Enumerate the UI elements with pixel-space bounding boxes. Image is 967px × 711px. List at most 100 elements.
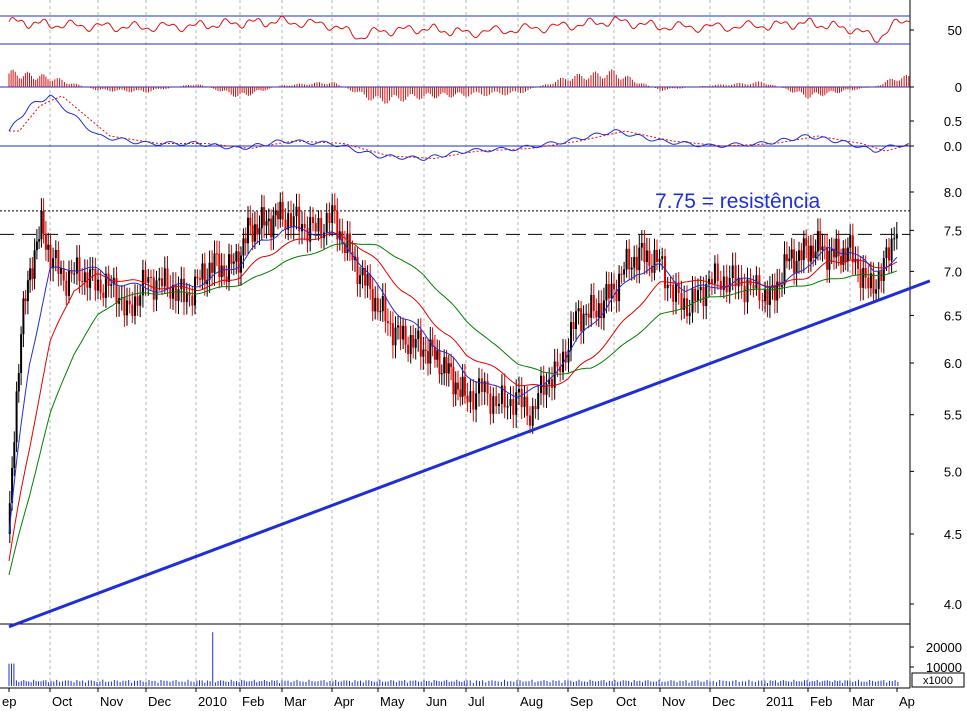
candle-body (537, 393, 540, 410)
candle-body (713, 263, 716, 284)
candle-body (24, 298, 27, 302)
x-tick-label-13: Oct (616, 694, 637, 709)
candle-body (492, 396, 495, 414)
candle-body (664, 256, 666, 289)
candle-body (805, 238, 808, 246)
candle-body (716, 263, 719, 281)
candle-body (623, 269, 626, 275)
candle-body (645, 250, 648, 262)
candle-body (409, 335, 412, 355)
x-tick-label-5: Feb (242, 694, 264, 709)
candle-body (22, 298, 25, 335)
candle-body (49, 244, 52, 269)
candle-body (556, 361, 559, 367)
candle-body (174, 285, 177, 301)
candle-body (427, 351, 429, 364)
candle-body (761, 300, 764, 302)
candle-body (185, 293, 188, 303)
x-tick-label-18: Mar (852, 694, 875, 709)
candle-body (91, 268, 94, 270)
candle-body (885, 247, 888, 258)
x-tick-label-4: 2010 (198, 694, 227, 709)
candle-body (17, 373, 20, 392)
candle-body (235, 251, 238, 262)
candle-body (211, 262, 214, 273)
candle-body (169, 287, 172, 299)
candle-body (793, 249, 796, 274)
candle-body (597, 303, 600, 318)
price-tick-label-7: 4.5 (944, 527, 962, 542)
candle-body (613, 283, 615, 290)
macd-signal-line (9, 95, 909, 160)
candle-body (710, 278, 713, 284)
candle-body (102, 292, 105, 298)
macd-tick-label-0: 0.5 (944, 114, 962, 129)
candle-body (814, 251, 817, 258)
candle-body (450, 363, 453, 368)
candle-body (480, 378, 483, 392)
candle-body (201, 263, 204, 280)
candle-body (590, 295, 593, 318)
candle-body (301, 224, 303, 232)
y-axis-labels: 50 0 0.5 0.0 8.0 7.5 7.0 6.5 6.0 5.5 5.0 4.5 4.0 2000… (910, 23, 965, 688)
x-tick-label-10: Jul (468, 694, 485, 709)
candle-body (155, 280, 158, 300)
candle-body (672, 285, 675, 302)
candle-body (263, 207, 266, 226)
candle-body (534, 406, 537, 410)
candle-body (773, 285, 776, 301)
candle-body (635, 256, 638, 271)
candle-body (463, 376, 466, 396)
candle-body (309, 217, 312, 242)
candle-body (826, 247, 829, 270)
candle-body (795, 260, 798, 274)
candle-body (819, 231, 822, 251)
candle-body (359, 275, 362, 284)
candle-body (194, 276, 196, 306)
price-tick-label-1: 7.5 (944, 223, 962, 238)
candle-body (582, 313, 585, 332)
candle-body (99, 279, 102, 293)
x-tick-label-17: Feb (810, 694, 832, 709)
candle-body (163, 268, 166, 287)
oscillator-panel (0, 15, 911, 45)
candle-body (417, 330, 420, 339)
candle-body (265, 221, 268, 226)
candle-body (835, 238, 838, 258)
osc-tick-label: 50 (948, 23, 962, 38)
candle-body (47, 244, 50, 250)
candle-body (570, 322, 572, 351)
candle-body (94, 268, 97, 291)
x-tick-label-3: Dec (148, 694, 172, 709)
candle-body (139, 295, 142, 306)
candle-body (399, 325, 402, 340)
candle-body (220, 265, 223, 277)
candle-body (812, 245, 815, 258)
x-tick-label-9: Jun (426, 694, 447, 709)
candle-body (188, 293, 191, 296)
candle-body (457, 382, 459, 390)
x-tick-label-8: May (380, 694, 405, 709)
candle-body (272, 215, 275, 238)
candle-body (73, 273, 76, 275)
candle-body (746, 279, 749, 303)
candle-body (150, 276, 152, 278)
candle-body (656, 249, 658, 262)
candle-body (144, 269, 147, 283)
macd-line (8, 94, 910, 162)
candle-body (540, 375, 542, 394)
candle-body (230, 254, 233, 264)
candle-body (13, 442, 16, 468)
candle-body (788, 258, 791, 262)
candle-body (888, 247, 890, 261)
candle-body (277, 210, 279, 220)
candle-body (661, 256, 664, 259)
candle-body (864, 268, 867, 278)
candle-body (292, 216, 295, 228)
candle-body (475, 393, 478, 410)
candle-body (374, 297, 377, 312)
candle-body (213, 253, 216, 273)
candle-body (407, 344, 410, 355)
candle-body (802, 238, 805, 261)
candle-body (158, 278, 161, 281)
